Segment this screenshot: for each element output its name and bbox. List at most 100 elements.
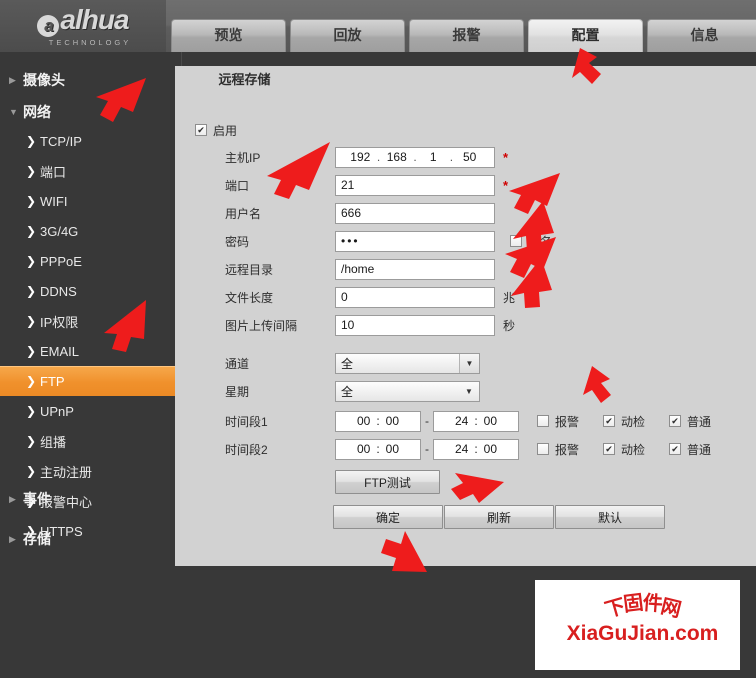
period-2-end-minute: 00 [483, 442, 498, 456]
sidebar-group-camera-label: 摄像头 [23, 72, 65, 88]
ftp-settings-form: 启用 主机IP 192. 168. 1. 50 * 端口 21 * 用户名 66… [175, 95, 756, 566]
sidebar-item-pppoe[interactable]: ❯ PPPoE [0, 246, 182, 276]
port-label: 端口 [225, 178, 250, 193]
period-1-row: 时间段1 00 : 00 - 24 : 00 报警 动检 普通 [225, 410, 711, 432]
chevron-right-icon: ❯ [26, 284, 37, 298]
default-button[interactable]: 默认 [555, 505, 665, 529]
tab-preview[interactable]: 预览 [171, 19, 286, 52]
sidebar-item-email[interactable]: ❯ EMAIL [0, 336, 182, 366]
chevron-right-icon: ❯ [26, 314, 37, 328]
sidebar-item-ip-permission[interactable]: ❯ IP权限 [0, 306, 182, 336]
sidebar-item-multicast[interactable]: ❯ 组播 [0, 426, 182, 456]
period-2-start-hour: 00 [356, 442, 371, 456]
panel-tab-remote-storage[interactable]: 远程存储 [175, 66, 314, 95]
sidebar-group-storage[interactable]: ▶ 存储 [0, 523, 182, 555]
chevron-right-icon: ❯ [26, 434, 37, 448]
tab-config[interactable]: 配置 [528, 19, 643, 52]
host-ip-required-mark: * [503, 149, 509, 165]
image-interval-unit: 秒 [503, 318, 516, 333]
sidebar-item-ftp[interactable]: ❯ FTP [0, 366, 182, 396]
right-edge-strip [740, 566, 756, 678]
sidebar-item-label: DDNS [40, 283, 77, 299]
period-1-alarm-checkbox[interactable] [537, 415, 549, 427]
sidebar-group-event-label: 事件 [23, 491, 51, 507]
sidebar-item-label: UPnP [40, 403, 74, 419]
period-1-motion-label: 动检 [621, 414, 646, 429]
period-2-alarm-label: 报警 [555, 442, 580, 457]
remote-dir-row: 远程目录 /home [225, 258, 495, 280]
sidebar-item-label: EMAIL [40, 343, 80, 359]
watermark-char-2: 固 [621, 589, 645, 617]
sidebar-item-label: 组播 [40, 434, 67, 450]
host-ip-octet-2: 168 [386, 150, 407, 164]
remote-dir-input[interactable]: /home [335, 258, 495, 280]
sidebar-item-port[interactable]: ❯ 端口 [0, 156, 182, 186]
sidebar-group-camera[interactable]: ▶ 摄像头 [0, 64, 182, 96]
sidebar-item-label: FTP [40, 373, 65, 389]
period-2-start-time[interactable]: 00 : 00 [335, 438, 421, 460]
sidebar-item-ddns[interactable]: ❯ DDNS [0, 276, 182, 306]
sidebar-group-network[interactable]: ▼ 网络 [0, 96, 182, 128]
weekday-select[interactable]: 全 ▼ [335, 380, 480, 402]
sidebar-group-event[interactable]: ▶ 事件 [0, 483, 182, 515]
period-2-general-checkbox[interactable] [669, 443, 682, 455]
period-2-end-time[interactable]: 24 : 00 [433, 438, 519, 460]
brand-bubble-icon: a [37, 14, 60, 37]
chevron-down-icon: ▼ [9, 107, 18, 117]
sidebar-item-label: IP权限 [40, 314, 79, 330]
period-2-option-motion: 动检 [603, 441, 645, 458]
period-2-row: 时间段2 00 : 00 - 24 : 00 报警 动检 普通 [225, 438, 711, 460]
ftp-test-button[interactable]: FTP测试 [335, 470, 440, 494]
time-colon: : [376, 414, 380, 428]
period-1-end-time[interactable]: 24 : 00 [433, 410, 519, 432]
chevron-right-icon: ❯ [26, 464, 37, 478]
chevron-right-icon: ❯ [26, 374, 37, 388]
period-1-option-general: 普通 [669, 413, 711, 430]
period-1-start-minute: 00 [385, 414, 400, 428]
period-2-motion-checkbox[interactable] [603, 443, 616, 455]
period-1-general-checkbox[interactable] [669, 415, 682, 427]
host-ip-octet-4: 50 [463, 150, 477, 164]
brand-text: alhua [60, 3, 129, 35]
period-1-motion-checkbox[interactable] [603, 415, 616, 427]
refresh-button[interactable]: 刷新 [444, 505, 554, 529]
host-ip-label: 主机IP [225, 150, 261, 165]
sidebar-item-3g4g[interactable]: ❯ 3G/4G [0, 216, 182, 246]
enable-checkbox[interactable] [195, 124, 207, 136]
channel-row: 通道 全 ▼ [225, 352, 480, 374]
period-1-start-time[interactable]: 00 : 00 [335, 410, 421, 432]
chevron-down-icon: ▼ [459, 353, 479, 373]
confirm-button[interactable]: 确定 [333, 505, 443, 529]
tab-alarm[interactable]: 报警 [409, 19, 524, 52]
weekday-row: 星期 全 ▼ [225, 380, 480, 402]
period-1-end-hour: 24 [454, 414, 469, 428]
ip-dot: . [449, 150, 454, 164]
sidebar-item-tcpip[interactable]: ❯ TCP/IP [0, 126, 182, 156]
period-2-start-minute: 00 [385, 442, 400, 456]
brand-logo: a alhua TECHNOLOGY [0, 0, 166, 52]
password-label: 密码 [225, 234, 250, 249]
enable-label: 启用 [213, 123, 238, 138]
sidebar-item-wifi[interactable]: ❯ WIFI [0, 186, 182, 216]
file-length-input[interactable]: 0 [335, 286, 495, 308]
anonymous-label: 匿名 [528, 234, 553, 249]
period-1-option-alarm: 报警 [537, 413, 579, 430]
password-input[interactable]: ••• [335, 230, 495, 252]
host-ip-input[interactable]: 192. 168. 1. 50 [335, 146, 495, 168]
username-input[interactable]: 666 [335, 202, 495, 224]
weekday-value: 全 [341, 384, 354, 399]
host-ip-octet-1: 192 [350, 150, 371, 164]
period-2-alarm-checkbox[interactable] [537, 443, 549, 455]
tab-playback[interactable]: 回放 [290, 19, 405, 52]
file-length-row: 文件长度 0 兆 [225, 286, 515, 308]
period-1-alarm-label: 报警 [555, 414, 580, 429]
channel-select[interactable]: 全 ▼ [335, 352, 480, 374]
image-interval-input[interactable]: 10 [335, 314, 495, 336]
tab-info[interactable]: 信息 [647, 19, 756, 52]
anonymous-checkbox[interactable] [510, 235, 522, 247]
chevron-right-icon: ▶ [9, 493, 16, 504]
period-2-option-general: 普通 [669, 441, 711, 458]
sidebar-item-upnp[interactable]: ❯ UPnP [0, 396, 182, 426]
sidebar-item-auto-register[interactable]: ❯ 主动注册 [0, 456, 182, 486]
port-input[interactable]: 21 [335, 174, 495, 196]
